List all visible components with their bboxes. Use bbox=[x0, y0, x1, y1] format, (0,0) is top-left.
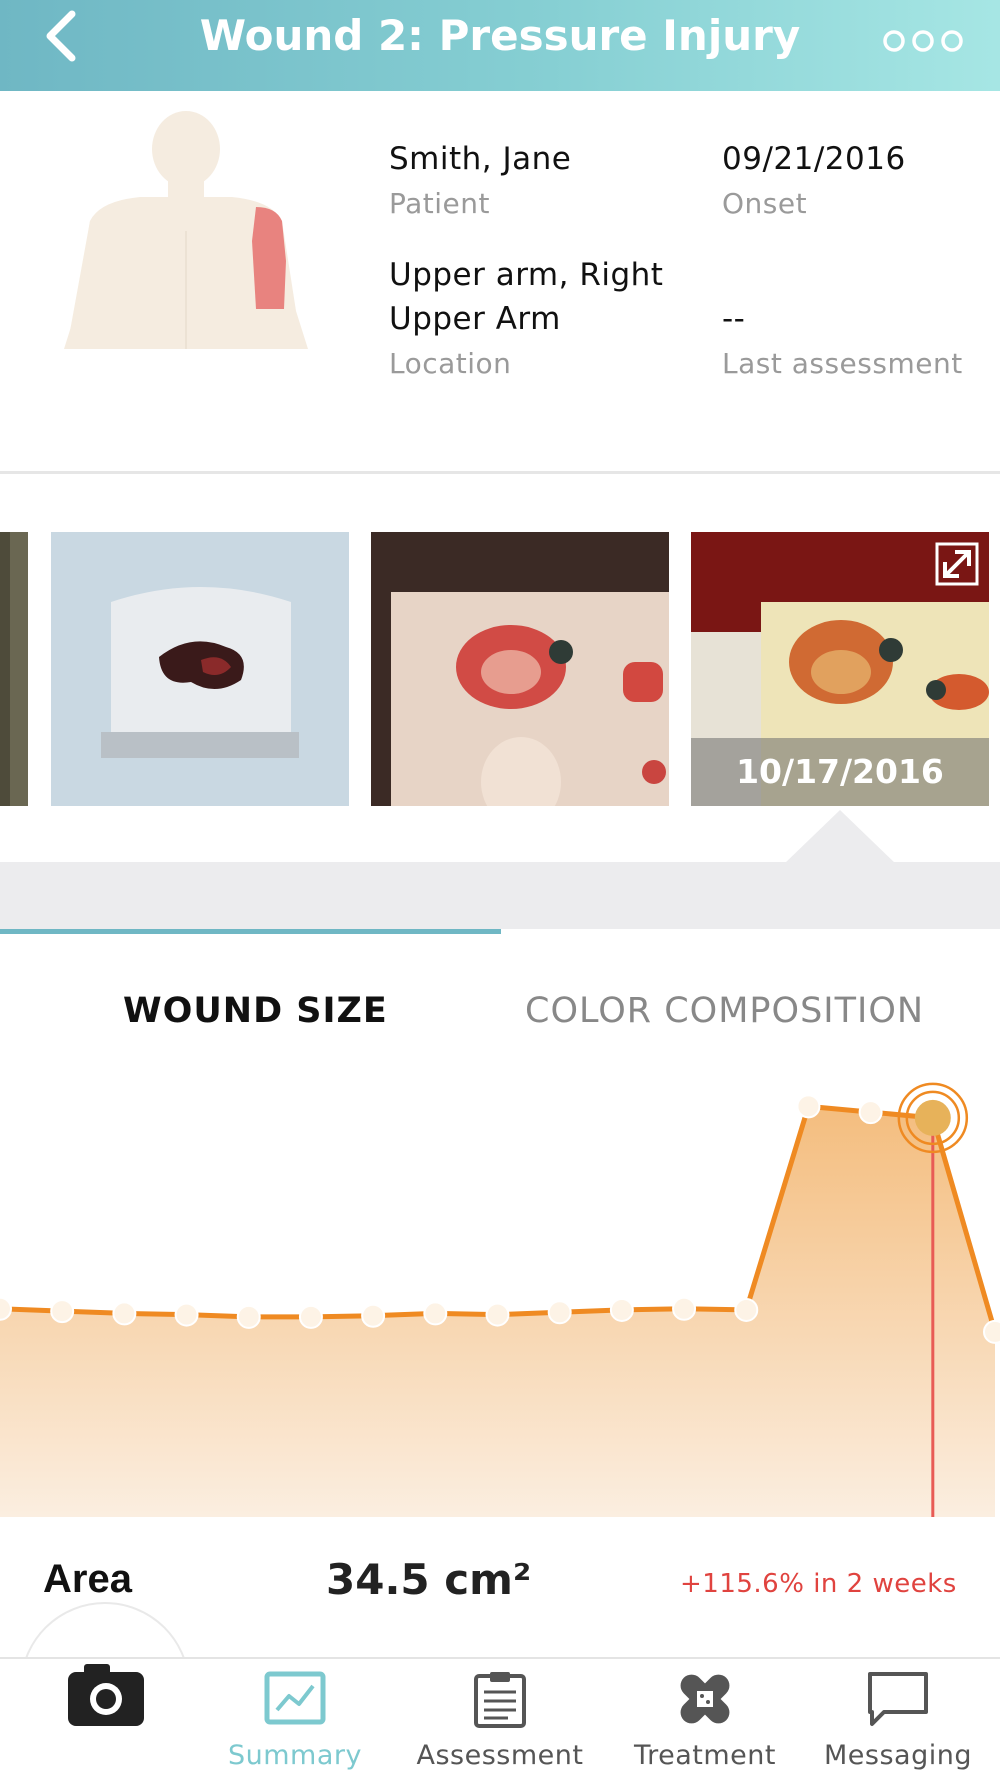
nav-summary-label: Summary bbox=[228, 1740, 362, 1771]
photo-date-label: 10/17/2016 bbox=[691, 738, 989, 806]
nav-messaging-label: Messaging bbox=[824, 1740, 972, 1771]
chart-data-point[interactable] bbox=[298, 1304, 323, 1329]
summary-chart-icon bbox=[264, 1671, 326, 1725]
clipboard-icon bbox=[474, 1672, 526, 1728]
page-title: Wound 2: Pressure Injury bbox=[199, 11, 801, 60]
chart-data-point[interactable] bbox=[236, 1304, 261, 1329]
onset-label: Onset bbox=[722, 187, 808, 220]
chart-data-point[interactable] bbox=[609, 1297, 634, 1322]
wound-info-panel: Smith, Jane Patient 09/21/2016 Onset Upp… bbox=[0, 91, 1000, 472]
area-value: 34.5 cm² bbox=[326, 1555, 532, 1604]
chart-data-point[interactable] bbox=[361, 1303, 386, 1328]
chart-data-point[interactable] bbox=[485, 1302, 510, 1327]
nav-treatment[interactable]: Treatment bbox=[615, 1670, 795, 1778]
wound-photo-thumbnail-selected[interactable]: 10/17/2016 bbox=[691, 532, 989, 806]
body-map-figure bbox=[64, 111, 308, 349]
chart-tabs: WOUND SIZE COLOR COMPOSITION bbox=[0, 929, 1000, 1069]
nav-treatment-label: Treatment bbox=[634, 1740, 776, 1771]
nav-assessment[interactable]: Assessment bbox=[410, 1670, 590, 1778]
more-options-icon[interactable] bbox=[880, 22, 980, 60]
wound-photo-thumbnail[interactable] bbox=[0, 532, 28, 806]
selection-pointer bbox=[784, 810, 896, 864]
patient-label: Patient bbox=[389, 187, 490, 220]
chart-data-point[interactable] bbox=[734, 1297, 759, 1322]
chart-data-point[interactable] bbox=[983, 1319, 1000, 1344]
bandage-icon bbox=[680, 1674, 730, 1724]
last-assessment-value: -- bbox=[722, 301, 746, 337]
chart-data-point[interactable] bbox=[174, 1302, 199, 1327]
last-assessment-label: Last assessment bbox=[722, 347, 963, 380]
selected-data-point[interactable] bbox=[914, 1099, 951, 1136]
expand-icon[interactable] bbox=[935, 542, 979, 586]
area-change: +115.6% in 2 weeks bbox=[680, 1569, 957, 1599]
chart-data-point[interactable] bbox=[858, 1100, 883, 1125]
active-tab-indicator bbox=[0, 929, 501, 934]
patient-name: Smith, Jane bbox=[389, 141, 572, 177]
tab-wound-size[interactable]: WOUND SIZE bbox=[123, 991, 388, 1031]
chart-data-point[interactable] bbox=[547, 1300, 572, 1325]
wound-photo-gallery[interactable]: 10/17/2016 bbox=[0, 474, 1000, 929]
camera-icon[interactable] bbox=[66, 1660, 146, 1728]
wound-photo-thumbnail[interactable] bbox=[51, 532, 349, 806]
nav-summary[interactable]: Summary bbox=[205, 1670, 385, 1778]
chart-data-point[interactable] bbox=[112, 1301, 137, 1326]
nav-assessment-label: Assessment bbox=[416, 1740, 584, 1771]
chart-data-point[interactable] bbox=[672, 1296, 697, 1321]
speech-bubble-icon bbox=[868, 1672, 928, 1726]
area-label: Area bbox=[43, 1557, 132, 1601]
app-header: Wound 2: Pressure Injury bbox=[0, 0, 1000, 91]
location-label: Location bbox=[389, 347, 512, 380]
chart-data-point[interactable] bbox=[796, 1094, 821, 1119]
wound-size-chart[interactable] bbox=[0, 1069, 1000, 1517]
chart-data-point[interactable] bbox=[423, 1301, 448, 1326]
nav-messaging[interactable]: Messaging bbox=[808, 1670, 988, 1778]
gallery-band bbox=[0, 862, 1000, 929]
tab-color-composition[interactable]: COLOR COMPOSITION bbox=[525, 991, 924, 1031]
onset-date: 09/21/2016 bbox=[722, 141, 906, 177]
location-line-1: Upper arm, Right bbox=[389, 257, 664, 293]
chart-data-point[interactable] bbox=[50, 1299, 75, 1324]
back-chevron-icon[interactable] bbox=[36, 6, 96, 66]
wound-photo-thumbnail[interactable] bbox=[371, 532, 669, 806]
location-line-2: Upper Arm bbox=[389, 301, 561, 337]
